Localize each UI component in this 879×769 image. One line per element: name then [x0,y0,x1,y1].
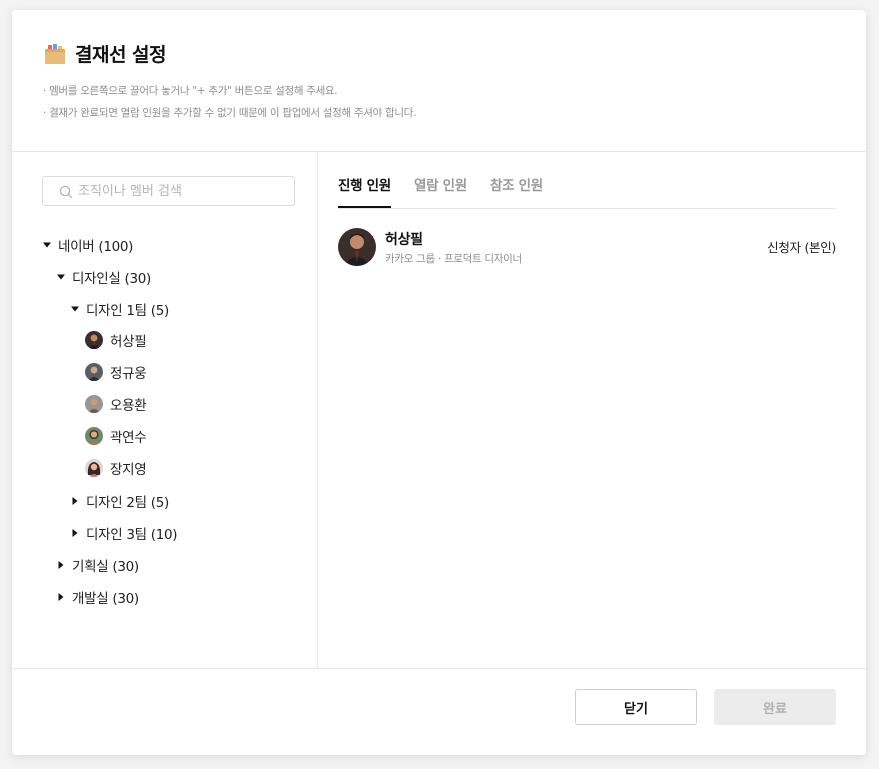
tree-node-design-team2[interactable]: 디자인 2팀 (5) [70,490,169,512]
search-icon [59,184,73,199]
member-role: 신청자 (본인) [767,240,836,255]
caret-right-icon[interactable] [56,592,66,602]
tree-node-dev[interactable]: 개발실 (30) [56,586,139,608]
tree-node-label: 디자인실 (30) [72,271,151,287]
tree-node-naver[interactable]: 네이버 (100) [42,234,133,256]
member-item[interactable]: 정규웅 [85,361,147,383]
member-name: 장지영 [110,462,147,478]
page-title: 결재선 설정 [75,44,167,66]
avatar [85,331,103,349]
avatar [85,363,103,381]
tree-node-label: 개발실 (30) [72,591,139,607]
tree-node-design-team3[interactable]: 디자인 3팀 (10) [70,522,178,544]
member-name: 곽연수 [110,430,147,446]
caret-down-icon[interactable] [42,240,52,250]
close-button[interactable]: 닫기 [575,689,697,725]
avatar [85,459,103,477]
caret-right-icon[interactable] [70,528,80,538]
search-input[interactable] [78,183,278,199]
caret-down-icon[interactable] [70,304,80,314]
tab-viewers[interactable]: 열람 인원 [414,174,467,207]
avatar [85,427,103,445]
member-name: 허상필 [110,334,147,350]
avatar [338,228,376,266]
selected-member-row[interactable]: 허상필 카카오 그룹 · 프로덕트 디자이너 신청자 (본인) [338,228,836,268]
tree-node-design-dept[interactable]: 디자인실 (30) [56,266,151,288]
modal-header: 결재선 설정 · 멤버를 오른쪽으로 끌어다 놓거나 "+ 추가" 버튼으로 설… [12,10,866,152]
member-item[interactable]: 허상필 [85,329,147,351]
tab-in-progress[interactable]: 진행 인원 [338,174,391,208]
description-line-2: · 결재가 완료되면 열람 인원을 추가할 수 없기 때문에 이 팝업에서 설정… [43,107,417,119]
member-name: 오용환 [110,398,147,414]
tree-node-label: 디자인 1팀 (5) [86,303,169,319]
search-box[interactable] [42,176,295,206]
member-org: 카카오 그룹 · 프로덕트 디자이너 [385,253,522,265]
tree-node-label: 디자인 2팀 (5) [86,495,169,511]
selected-panel: 진행 인원 열람 인원 참조 인원 허상필 카카오 그룹 · 프로덕트 디자이너… [318,152,866,668]
tree-node-label: 네이버 (100) [58,239,134,255]
title-row: 결재선 설정 [44,40,167,67]
folder-icon [44,43,66,65]
description-line-1: · 멤버를 오른쪽으로 끌어다 놓거나 "+ 추가" 버튼으로 설정해 주세요. [43,85,338,97]
member-item[interactable]: 오용환 [85,393,147,415]
tree-node-label: 기획실 (30) [72,559,139,575]
done-button[interactable]: 완료 [714,689,836,725]
modal-footer: 닫기 완료 [12,668,866,755]
tree-node-label: 디자인 3팀 (10) [86,527,178,543]
tab-bar: 진행 인원 열람 인원 참조 인원 [338,174,836,209]
member-item[interactable]: 장지영 [85,457,147,479]
caret-down-icon[interactable] [56,272,66,282]
member-name: 허상필 [385,232,423,248]
approval-line-modal: 결재선 설정 · 멤버를 오른쪽으로 끌어다 놓거나 "+ 추가" 버튼으로 설… [12,10,866,755]
member-name: 정규웅 [110,366,147,382]
caret-right-icon[interactable] [70,496,80,506]
tree-node-design-team1[interactable]: 디자인 1팀 (5) [70,298,169,320]
tree-node-planning[interactable]: 기획실 (30) [56,554,139,576]
member-item[interactable]: 곽연수 [85,425,147,447]
avatar [85,395,103,413]
org-tree-panel: 네이버 (100) 디자인실 (30) 디자인 1팀 (5) 허상필 정규웅 오… [12,152,318,668]
caret-right-icon[interactable] [56,560,66,570]
tab-references[interactable]: 참조 인원 [490,174,543,207]
